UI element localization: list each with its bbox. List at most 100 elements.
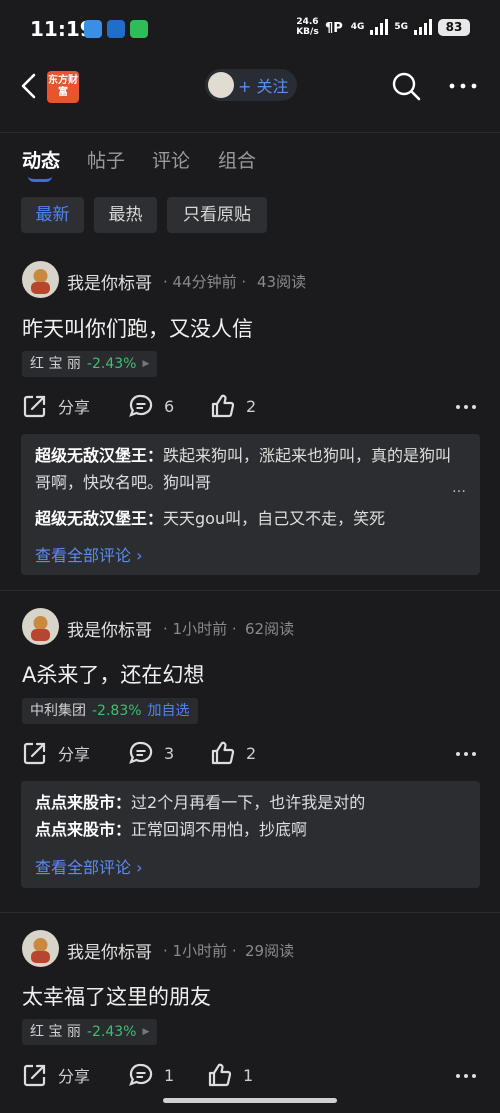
wechat-notification-icon [130,20,148,38]
tab-comments[interactable]: 评论 [152,146,190,173]
more-icon[interactable] [455,750,477,758]
comment-text: 过2个月再看一下，也许我是对的 [131,793,366,812]
signal-4g-label: 4G [350,22,365,32]
like-count: 2 [246,396,257,416]
comment-count: 6 [164,396,175,416]
read-count: 62阅读 [245,620,295,638]
avatar-image [31,938,50,963]
post-title[interactable]: A杀来了，还在幻想 [22,659,204,689]
author-name[interactable]: 我是你标哥 [67,938,152,963]
post-title[interactable]: 昨天叫你们跑，又没人信 [22,313,253,343]
like-icon [208,1063,232,1087]
nav-bar: 东方财富 + 关注 [0,58,500,114]
tab-portfolio[interactable]: 组合 [218,146,256,173]
comment-user: 超级无敌汉堡王： [35,446,164,465]
divider [0,132,500,133]
status-bar: 11:19 24.6 KB/s ¶P 4G 5G 83 [0,0,500,58]
share-icon [23,395,46,418]
share-button[interactable]: 分享 [22,393,90,419]
more-icon[interactable] [455,1072,477,1080]
comment-count: 1 [164,1065,175,1085]
stock-tag[interactable]: 红 宝 丽 -2.43% ▶ [22,1019,158,1045]
comments-preview: 超级无敌汉堡王：跌起来狗叫，涨起来也狗叫，真的是狗叫哥啊，快改名吧。狗叫哥 … … [21,434,480,575]
comment-text: 天天gou叫，自己又不走，笑死 [163,509,386,528]
signal-5g-label: 5G [394,22,408,32]
filter-row: 最新 最热 只看原贴 [0,197,500,233]
comment-user: 点点来股市： [35,793,132,812]
stock-change: -2.43% [86,356,137,372]
read-count: 29阅读 [245,942,295,960]
more-icon[interactable] [448,72,478,100]
comment-button[interactable]: 3 [128,740,174,766]
comment-text: 正常回调不用怕，抄底啊 [131,820,308,839]
battery-icon: 83 [438,18,470,36]
comment-user: 点点来股市： [35,820,132,839]
filter-hottest[interactable]: 最热 [94,197,157,233]
comment-button[interactable]: 6 [128,393,174,419]
stock-change: -2.43% [86,1024,137,1040]
status-indicators: 24.6 KB/s ¶P 4G 5G 83 [296,17,470,37]
stock-tag[interactable]: 中利集团 -2.83% 加自选 [22,698,198,724]
like-button[interactable]: 2 [210,393,256,419]
stock-name: 红 宝 丽 [30,356,81,372]
comment-item[interactable]: 超级无敌汉堡王：天天gou叫，自己又不走，笑死 [35,505,455,532]
avatar[interactable] [22,608,59,645]
filter-latest[interactable]: 最新 [21,197,84,233]
author-name[interactable]: 我是你标哥 [67,616,152,641]
share-button[interactable]: 分享 [22,1062,90,1088]
network-speed: 24.6 KB/s [296,17,319,37]
more-icon[interactable] [455,403,477,411]
comment-user: 超级无敌汉堡王： [35,509,164,528]
wifi-calling-icon: ¶P [325,21,343,35]
stock-name: 红 宝 丽 [30,1024,81,1040]
like-button[interactable]: 1 [207,1062,253,1088]
tab-dynamics[interactable]: 动态 [22,146,60,173]
comment-icon [129,1063,153,1086]
post-card: 我是你标哥 · 1小时前 · 62阅读 A杀来了，还在幻想 中利集团 -2.83… [0,591,500,911]
tab-posts[interactable]: 帖子 [87,146,125,173]
post-time: · 1小时前 · [163,620,237,638]
svg-text:¶P: ¶P [325,21,343,35]
tab-indicator [28,176,52,182]
share-icon [23,742,46,765]
home-indicator[interactable] [163,1098,337,1103]
see-all-comments-link[interactable]: 查看全部评论 › [35,542,143,566]
post-card: 我是你标哥 · 1小时前 · 29阅读 太幸福了这里的朋友 红 宝 丽 -2.4… [0,913,500,1113]
read-count: 43阅读 [257,273,307,291]
comment-count: 3 [164,743,175,763]
chevron-right-icon: ▶ [142,359,150,369]
share-label: 分享 [58,745,91,764]
like-count: 1 [243,1065,254,1085]
outlook-notification-icon [107,20,125,38]
back-icon[interactable] [16,70,44,102]
comment-item[interactable]: 点点来股市：正常回调不用怕，抄底啊 [35,816,455,843]
share-button[interactable]: 分享 [22,740,90,766]
share-label: 分享 [58,398,91,417]
comment-item[interactable]: 超级无敌汉堡王：跌起来狗叫，涨起来也狗叫，真的是狗叫哥啊，快改名吧。狗叫哥 [35,442,455,496]
brand-logo: 东方财富 [47,71,79,103]
like-count: 2 [246,743,257,763]
expand-icon[interactable]: … [452,480,466,496]
avatar[interactable] [22,261,59,298]
signal-4g-icon [370,19,389,35]
follow-label: + 关注 [238,77,289,96]
like-button[interactable]: 2 [210,740,256,766]
avatar [208,72,234,98]
stock-tag[interactable]: 红 宝 丽 -2.43% ▶ [22,351,158,377]
comment-icon [129,741,153,764]
filter-original-only[interactable]: 只看原贴 [167,197,267,233]
add-watchlist-button[interactable]: 加自选 [148,698,190,724]
post-time: · 1小时前 · [163,942,237,960]
like-icon [211,741,235,765]
comment-item[interactable]: 点点来股市：过2个月再看一下，也许我是对的 [35,789,455,816]
see-all-comments-link[interactable]: 查看全部评论 › [35,854,143,878]
author-name[interactable]: 我是你标哥 [67,269,152,294]
comment-icon [129,394,153,417]
search-icon[interactable] [390,70,422,102]
follow-button[interactable]: + 关注 [205,69,297,101]
comment-button[interactable]: 1 [128,1062,174,1088]
avatar[interactable] [22,930,59,967]
stock-name: 中利集团 [30,703,86,719]
like-icon [211,394,235,418]
post-title[interactable]: 太幸福了这里的朋友 [22,981,211,1011]
